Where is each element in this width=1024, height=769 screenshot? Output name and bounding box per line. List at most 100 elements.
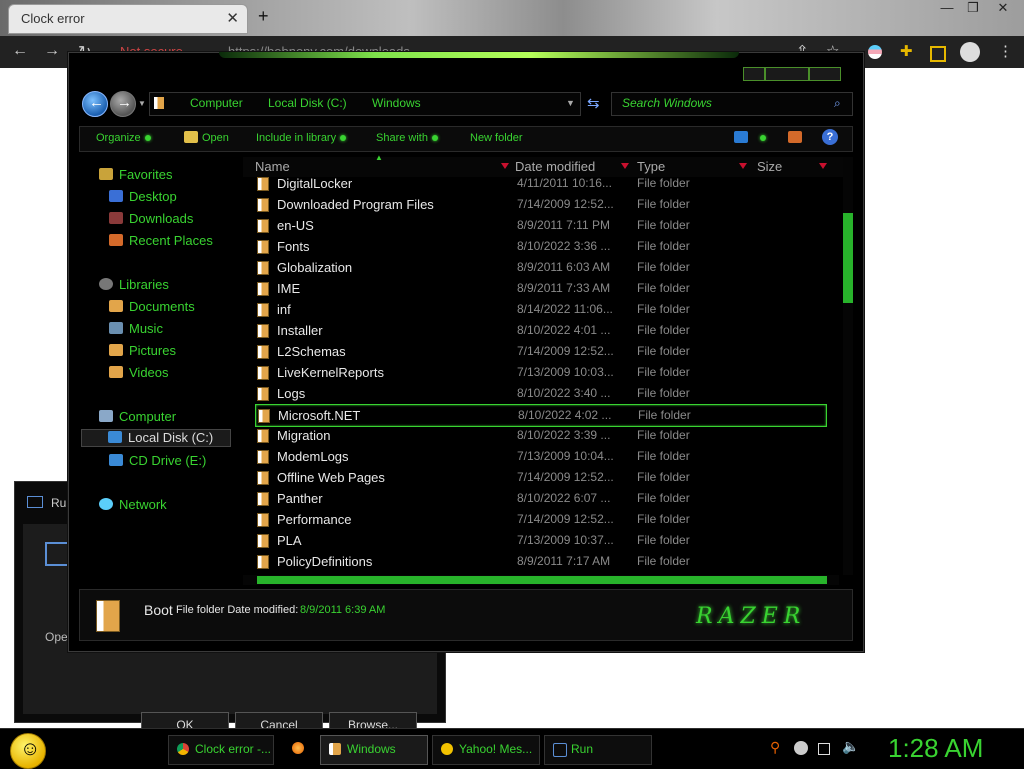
view-dropdown-icon[interactable] — [756, 132, 766, 144]
explorer-minimize-button[interactable] — [743, 67, 765, 81]
extensions-icon[interactable]: ✚ — [900, 42, 913, 60]
nav-computer[interactable]: Computer — [99, 409, 176, 424]
column-type[interactable]: Type — [637, 159, 665, 174]
vertical-scroll-thumb[interactable] — [843, 213, 853, 303]
nav-recent-label: Recent Places — [129, 233, 213, 248]
nav-cd-drive[interactable]: CD Drive (E:) — [109, 453, 206, 468]
breadcrumb-computer[interactable]: Computer — [190, 96, 243, 110]
explorer-maximize-button[interactable] — [765, 67, 809, 81]
recent-pages-chevron-icon[interactable]: ▼ — [138, 99, 146, 108]
back-button[interactable]: ← — [82, 91, 108, 117]
close-window-icon[interactable]: ✕ — [990, 0, 1016, 16]
profile-flag-icon[interactable] — [868, 45, 882, 59]
column-date-dropdown-icon[interactable] — [621, 163, 629, 169]
taskbar-chrome[interactable]: Clock error -... — [168, 735, 274, 765]
nav-videos-label: Videos — [129, 365, 169, 380]
nav-music[interactable]: Music — [109, 321, 163, 336]
tray-status-icon[interactable] — [794, 741, 808, 755]
column-size-dropdown-icon[interactable] — [819, 163, 827, 169]
file-row[interactable]: LiveKernelReports 7/13/2009 10:03... File … — [243, 362, 845, 383]
nav-recent-places[interactable]: Recent Places — [109, 233, 213, 248]
nav-desktop[interactable]: Desktop — [109, 189, 177, 204]
column-size[interactable]: Size — [757, 159, 782, 174]
horizontal-scrollbar[interactable] — [243, 575, 839, 585]
file-row[interactable]: Offline Web Pages 7/14/2009 12:52... File … — [243, 467, 845, 488]
file-row[interactable]: Fonts 8/10/2022 3:36 ... File folder — [243, 236, 845, 257]
file-row[interactable]: Downloaded Program Files 7/14/2009 12:52.… — [243, 194, 845, 215]
nav-local-disk[interactable]: Local Disk (C:) — [81, 429, 231, 447]
file-row[interactable]: Performance 7/14/2009 12:52... File folder — [243, 509, 845, 530]
nav-pictures[interactable]: Pictures — [109, 343, 176, 358]
horizontal-scroll-thumb[interactable] — [257, 576, 827, 584]
taskbar-windows-explorer[interactable]: Windows — [320, 735, 428, 765]
search-input[interactable]: Search Windows ⌕ — [611, 92, 853, 116]
maximize-icon[interactable]: ❐ — [960, 0, 986, 16]
smiley-icon: ☺ — [20, 738, 41, 760]
vertical-scrollbar[interactable] — [843, 157, 853, 575]
file-row[interactable]: Installer 8/10/2022 4:01 ... File folder — [243, 320, 845, 341]
taskbar-clock[interactable]: 1:28 AM — [888, 733, 983, 764]
refresh-icon[interactable]: ⇆ — [587, 94, 600, 112]
preview-pane-icon[interactable] — [788, 131, 802, 143]
breadcrumb-dropdown-icon[interactable]: ▼ — [566, 98, 575, 108]
minimize-icon[interactable]: — — [934, 0, 960, 15]
nav-videos[interactable]: Videos — [109, 365, 169, 380]
browser-tab[interactable]: Clock error ✕ — [8, 4, 248, 34]
tray-search-icon[interactable]: ⚲ — [770, 739, 784, 755]
file-row[interactable]: inf 8/14/2022 11:06... File folder — [243, 299, 845, 320]
file-row[interactable]: Globalization 8/9/2011 6:03 AM File folder — [243, 257, 845, 278]
organize-button[interactable]: Organize — [96, 132, 151, 144]
explorer-close-button[interactable] — [809, 67, 841, 81]
folder-icon — [257, 555, 269, 569]
help-icon[interactable]: ? — [822, 129, 838, 145]
new-tab-button[interactable]: + — [258, 6, 269, 27]
taskbar-run[interactable]: Run — [544, 735, 652, 765]
file-row[interactable]: Logs 8/10/2022 3:40 ... File folder — [243, 383, 845, 404]
breadcrumb-local-disk[interactable]: Local Disk (C:) — [268, 96, 347, 110]
file-row-selected[interactable]: Microsoft.NET 8/10/2022 4:02 ... File fold… — [255, 404, 827, 427]
nav-favorites[interactable]: Favorites — [99, 167, 172, 182]
file-row[interactable]: Migration 8/10/2022 3:39 ... File folder — [243, 425, 845, 446]
file-row[interactable]: DigitalLocker 4/11/2011 10:16... File fold… — [243, 177, 845, 194]
start-button[interactable]: ☺ — [10, 733, 46, 769]
menu-dots-icon[interactable]: ⋮ — [998, 42, 1013, 60]
file-row[interactable]: L2Schemas 7/14/2009 12:52... File folder — [243, 341, 845, 362]
column-name-dropdown-icon[interactable] — [501, 163, 509, 169]
file-type: File folder — [637, 281, 690, 295]
account-avatar-icon[interactable] — [960, 42, 980, 62]
column-date-modified[interactable]: Date modified — [515, 159, 595, 174]
nav-libraries[interactable]: Libraries — [99, 277, 169, 292]
file-row[interactable]: en-US 8/9/2011 7:11 PM File folder — [243, 215, 845, 236]
column-type-dropdown-icon[interactable] — [739, 163, 747, 169]
volume-icon[interactable]: 🔈 — [842, 738, 859, 754]
open-button[interactable]: Open — [202, 132, 229, 144]
breadcrumb-windows[interactable]: Windows — [372, 96, 421, 110]
videos-icon — [109, 366, 123, 378]
nav-network[interactable]: Network — [99, 497, 167, 512]
taskbar-yahoo[interactable]: Yahoo! Mes... — [432, 735, 540, 765]
new-folder-button[interactable]: New folder — [470, 132, 523, 144]
file-row[interactable]: Panther 8/10/2022 6:07 ... File folder — [243, 488, 845, 509]
tray-network-icon[interactable] — [818, 743, 830, 755]
include-in-library-button[interactable]: Include in library — [256, 132, 347, 144]
file-row[interactable]: ModemLogs 7/13/2009 10:04... File folder — [243, 446, 845, 467]
file-row[interactable]: PolicyDefinitions 8/9/2011 7:17 AM File fo… — [243, 551, 845, 572]
music-icon — [109, 322, 123, 334]
file-row[interactable]: IME 8/9/2011 7:33 AM File folder — [243, 278, 845, 299]
folder-icon — [257, 261, 269, 275]
back-arrow-icon[interactable]: ← — [12, 42, 28, 60]
nav-downloads[interactable]: Downloads — [109, 211, 193, 226]
nav-documents[interactable]: Documents — [109, 299, 195, 314]
forward-arrow-icon[interactable]: → — [44, 42, 60, 60]
forward-button[interactable]: → — [110, 91, 136, 117]
search-icon[interactable]: ⌕ — [834, 96, 841, 111]
tab-close-icon[interactable]: ✕ — [226, 9, 239, 27]
view-options-icon[interactable] — [734, 131, 748, 143]
taskbar: ☺ Clock error -... Windows Yahoo! Mes...… — [0, 728, 1024, 769]
breadcrumb[interactable]: Computer Local Disk (C:) Windows ▼ — [149, 92, 581, 116]
file-row[interactable]: PLA 7/13/2009 10:37... File folder — [243, 530, 845, 551]
sidebar-icon[interactable] — [930, 46, 946, 62]
share-with-button[interactable]: Share with — [376, 132, 438, 144]
column-name[interactable]: Name — [255, 159, 290, 174]
taskbar-firefox[interactable] — [284, 735, 314, 763]
